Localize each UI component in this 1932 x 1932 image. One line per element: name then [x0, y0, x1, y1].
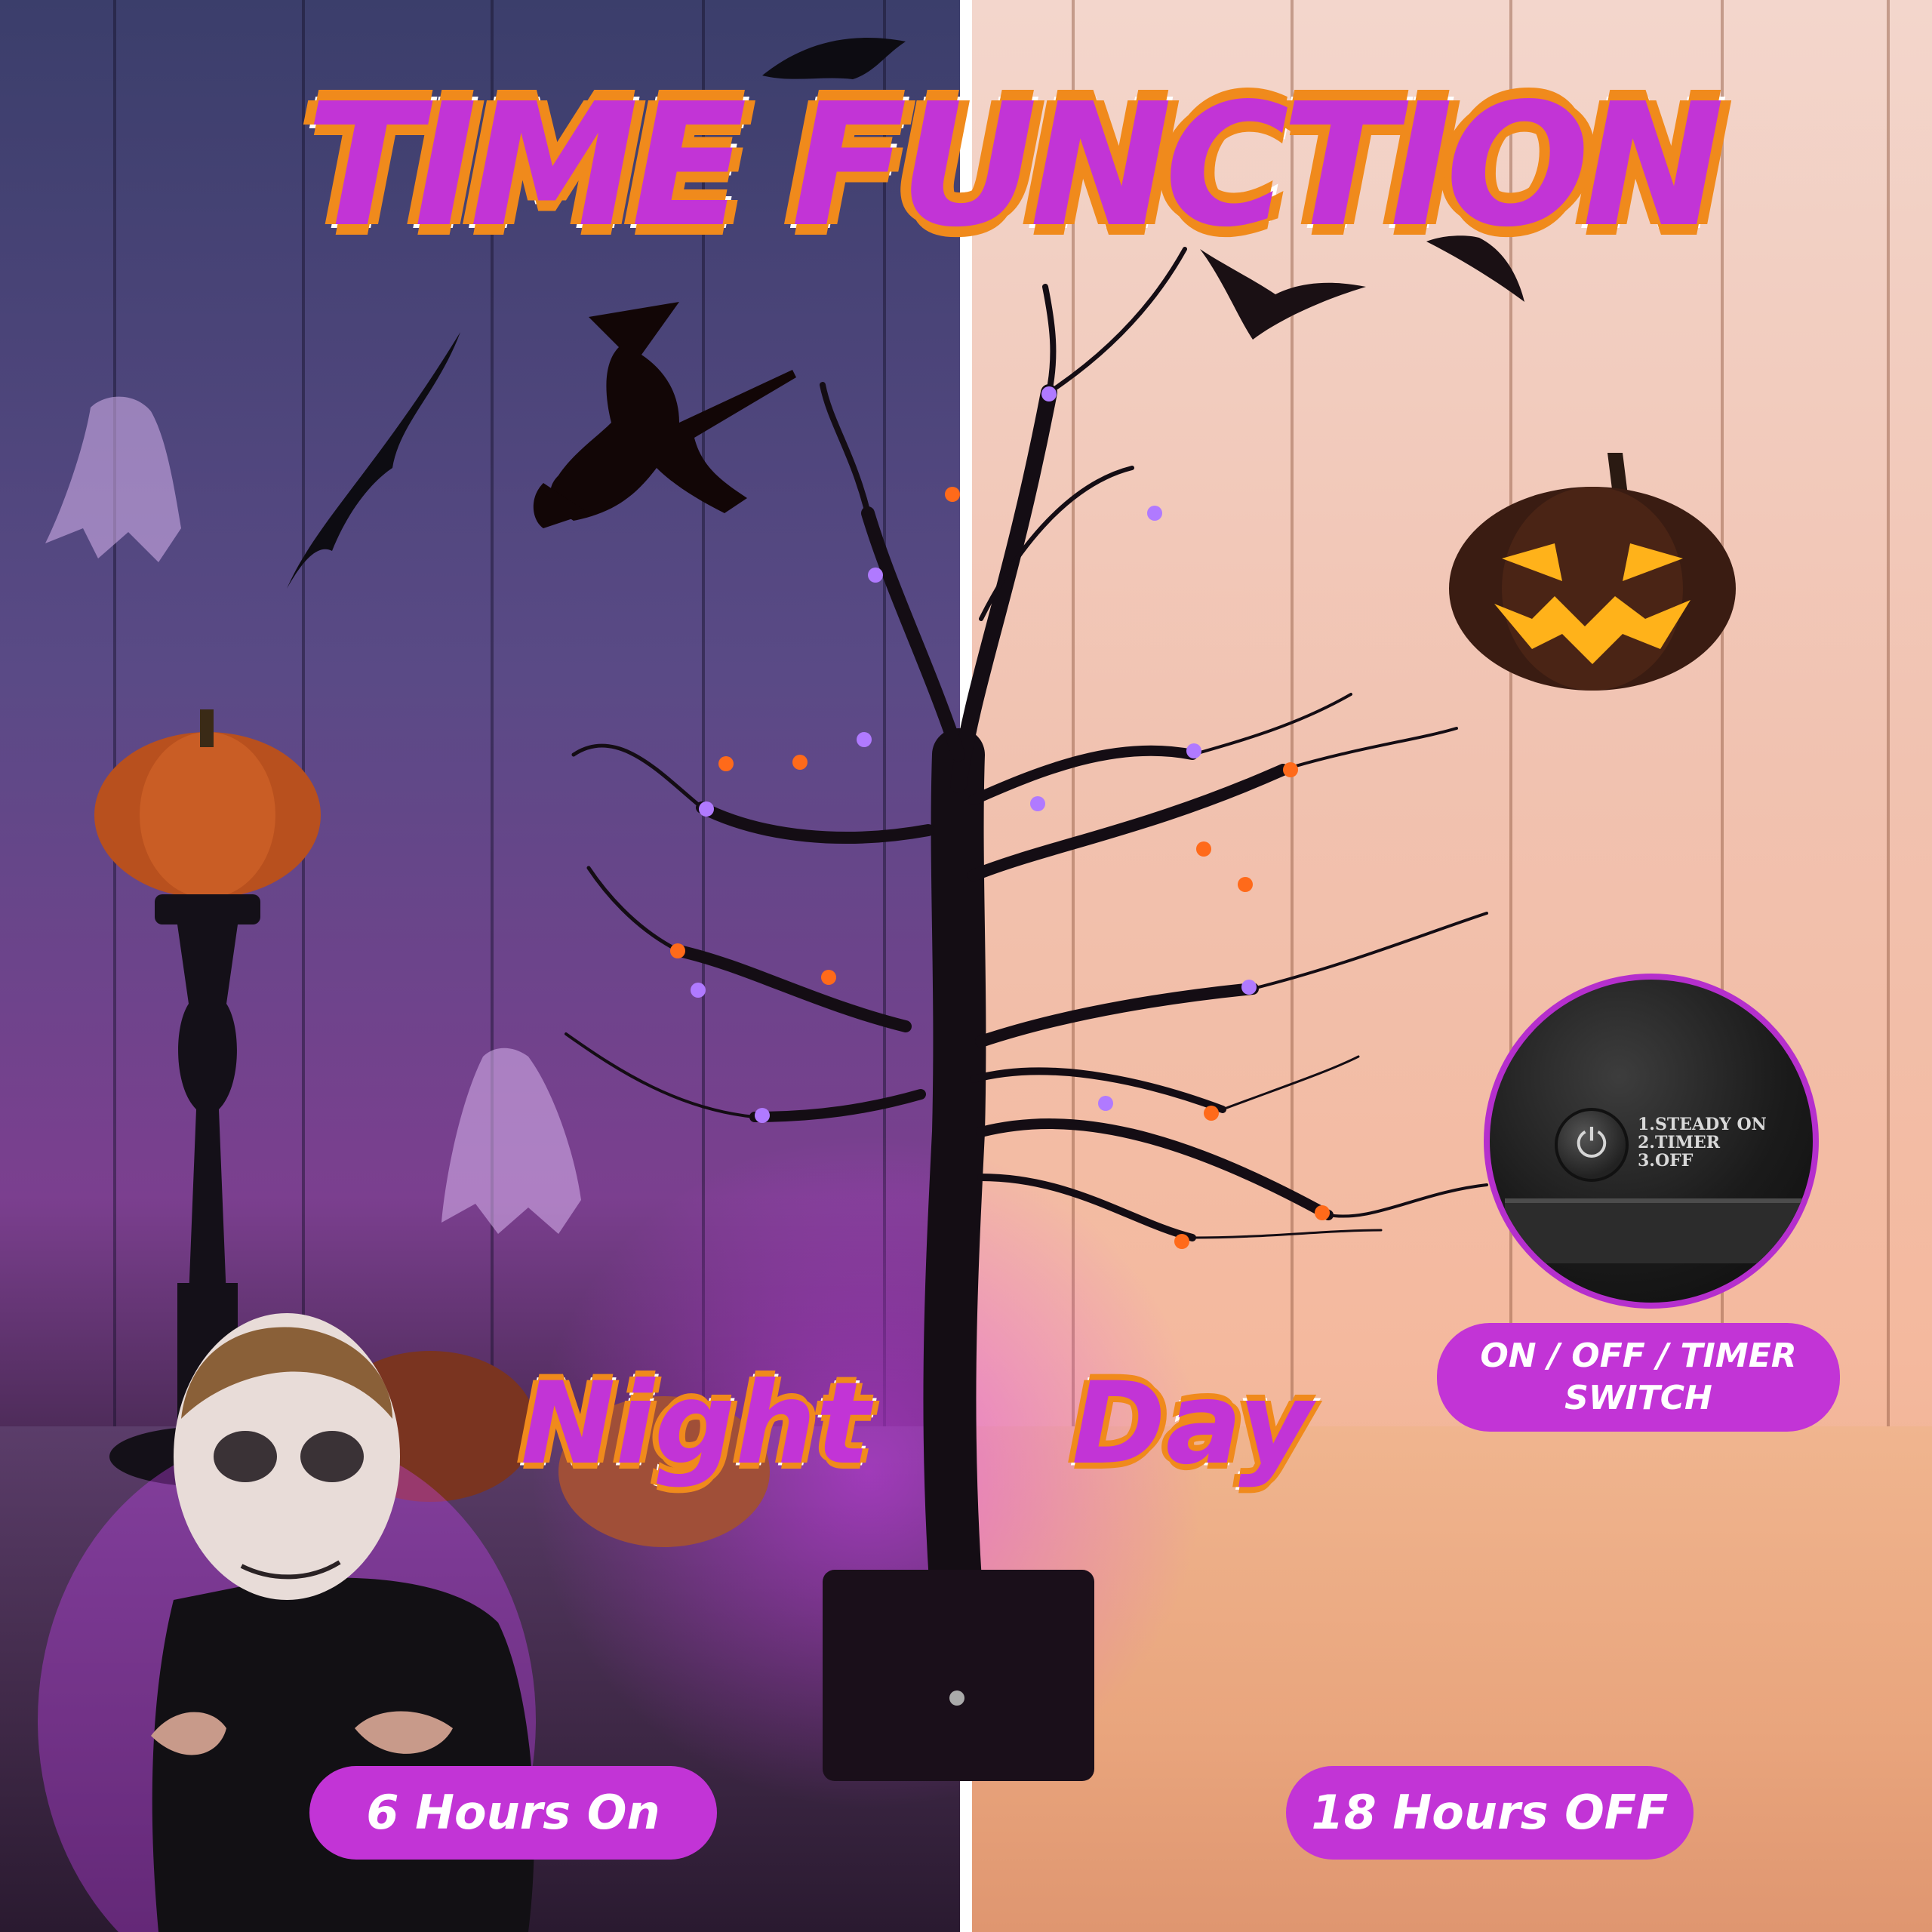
mode-off: 3.OFF [1638, 1151, 1694, 1171]
pumpkin-icon [94, 709, 321, 898]
mode-timer: 2.TIMER [1638, 1133, 1721, 1152]
ghost-icon [441, 1048, 581, 1234]
on-duration-badge: 6 Hours On [309, 1766, 717, 1860]
mode-steady-on: 1.STEADY ON [1638, 1115, 1767, 1134]
day-label: Day [1069, 1356, 1315, 1493]
switch-badge-line1: ON / OFF / TIMER [1480, 1337, 1797, 1375]
switch-mode-labels: 1.STEADY ON 2.TIMER 3.OFF [1638, 1115, 1767, 1170]
bat-icon [287, 332, 460, 589]
power-icon [949, 1690, 964, 1706]
jack-o-lantern-icon [1449, 453, 1736, 691]
page-title: TIME FUNCTION [302, 67, 1728, 265]
witch-icon [533, 302, 796, 528]
switch-closeup: ⏻ 1.STEADY ON 2.TIMER 3.OFF [1484, 974, 1819, 1309]
power-icon: ⏻ [1555, 1108, 1629, 1182]
tree-base [823, 1570, 1094, 1781]
ghost-icon [45, 396, 181, 562]
off-duration-badge: 18 Hours OFF [1286, 1766, 1694, 1860]
switch-badge: ON / OFF / TIMER SWITCH [1437, 1323, 1840, 1432]
decorations [38, 38, 1736, 1932]
switch-badge-line2: SWITCH [1564, 1379, 1712, 1417]
night-label: Night [518, 1356, 873, 1493]
